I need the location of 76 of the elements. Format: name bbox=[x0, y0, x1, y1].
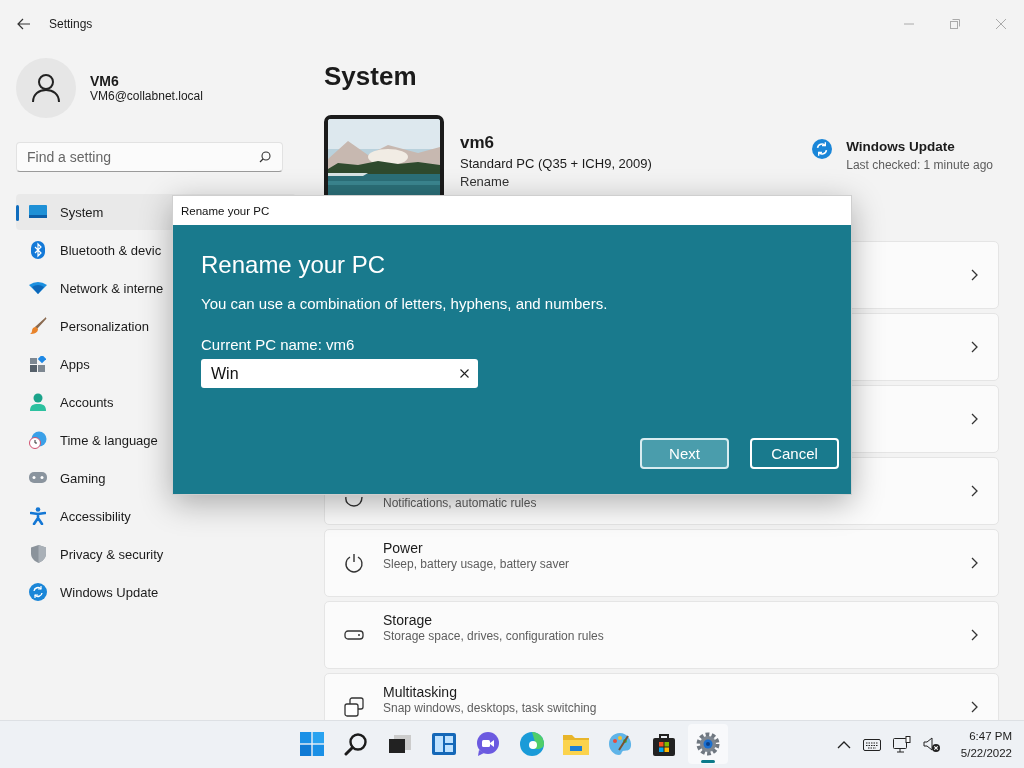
power-icon bbox=[344, 553, 364, 573]
user-name: VM6 bbox=[90, 73, 120, 89]
windows-logo-icon bbox=[300, 732, 324, 756]
clear-icon[interactable] bbox=[460, 369, 469, 378]
bluetooth-icon bbox=[31, 241, 45, 259]
dialog-description: You can use a combination of letters, hyphens, and numbers. bbox=[201, 295, 609, 312]
wifi-icon bbox=[29, 282, 47, 294]
windows-stack-icon bbox=[344, 697, 364, 717]
clock-time: 6:47 PM bbox=[969, 728, 1012, 744]
browser-icon bbox=[520, 732, 544, 756]
wired-network-icon[interactable] bbox=[892, 736, 911, 753]
nav-item[interactable]: Privacy & security bbox=[16, 536, 296, 572]
clock-globe-icon bbox=[29, 431, 47, 449]
task-view-icon bbox=[388, 734, 412, 754]
dialog-heading: Rename your PC bbox=[201, 251, 387, 279]
gamepad-icon bbox=[29, 472, 47, 484]
chevron-right-icon bbox=[970, 629, 978, 641]
nav-item[interactable]: Time & language bbox=[16, 422, 296, 458]
card-description: Notifications, automatic rules bbox=[383, 497, 538, 510]
monitor-icon bbox=[29, 205, 47, 219]
page-title: System bbox=[324, 60, 418, 93]
chevron-up-icon[interactable] bbox=[836, 740, 851, 749]
clock[interactable]: 6:47 PM 5/22/2022 bbox=[960, 727, 1012, 762]
search-icon bbox=[344, 732, 368, 756]
settings-card[interactable]: Multitasking Snap windows, desktops, task switching bbox=[324, 673, 999, 720]
chevron-right-icon bbox=[970, 485, 978, 497]
paintbrush-icon bbox=[29, 317, 47, 335]
window-title: Settings bbox=[49, 17, 93, 31]
pc-name-field[interactable]: Win bbox=[201, 359, 478, 388]
shield-icon bbox=[30, 545, 46, 563]
sync-icon bbox=[29, 583, 47, 601]
nav-item[interactable]: Gaming bbox=[16, 460, 296, 496]
settings-card[interactable]: Power Sleep, battery usage, battery saver bbox=[324, 529, 999, 597]
rename-link[interactable]: Rename bbox=[460, 174, 652, 189]
speaker-muted-icon[interactable] bbox=[922, 736, 941, 753]
cancel-button[interactable]: Cancel bbox=[750, 438, 839, 469]
back-arrow-icon[interactable] bbox=[17, 18, 31, 30]
folder-icon bbox=[563, 733, 589, 755]
apps-icon bbox=[30, 356, 46, 372]
dialog-title: Rename your PC bbox=[181, 204, 270, 217]
settings-card[interactable]: Storage Storage space, drives, configuration rules bbox=[324, 601, 999, 669]
nav-item[interactable]: Windows Update bbox=[16, 574, 296, 610]
running-indicator bbox=[701, 760, 715, 763]
card-title: Power bbox=[383, 541, 424, 556]
card-title: Multitasking bbox=[383, 685, 458, 700]
accessibility-person-icon bbox=[30, 507, 46, 525]
update-title[interactable]: Windows Update bbox=[846, 139, 993, 154]
shopping-bag-icon bbox=[652, 732, 676, 756]
card-description: Storage space, drives, configuration rules bbox=[383, 630, 605, 643]
drive-icon bbox=[344, 630, 364, 640]
search-field[interactable]: Find a setting bbox=[16, 142, 283, 172]
card-description: Snap windows, desktops, task switching bbox=[383, 702, 598, 715]
chevron-right-icon bbox=[970, 341, 978, 353]
chevron-right-icon bbox=[970, 557, 978, 569]
user-email: VM6@collabnet.local bbox=[90, 89, 203, 103]
chevron-right-icon bbox=[970, 269, 978, 281]
device-model: Standard PC (Q35 + ICH9, 2009) bbox=[460, 156, 652, 171]
device-name: vm6 bbox=[460, 133, 496, 153]
palette-icon bbox=[608, 732, 632, 756]
chevron-right-icon bbox=[970, 413, 978, 425]
widgets-icon bbox=[432, 733, 456, 755]
person-icon bbox=[31, 73, 61, 103]
update-sync-icon bbox=[812, 139, 833, 159]
chevron-right-icon bbox=[970, 701, 978, 713]
search-icon bbox=[259, 151, 271, 163]
gear-icon bbox=[696, 732, 720, 756]
selection-indicator bbox=[16, 205, 19, 221]
card-title: Storage bbox=[383, 613, 434, 628]
card-description: Sleep, battery usage, battery saver bbox=[383, 558, 571, 571]
video-chat-icon bbox=[476, 732, 500, 756]
clock-date: 5/22/2022 bbox=[960, 745, 1012, 761]
person-icon bbox=[30, 393, 46, 411]
update-status: Last checked: 1 minute ago bbox=[846, 158, 993, 172]
keyboard-icon[interactable] bbox=[862, 738, 881, 751]
nav-item[interactable]: Accessibility bbox=[16, 498, 296, 534]
field-label: Current PC name: vm6 bbox=[201, 336, 356, 353]
